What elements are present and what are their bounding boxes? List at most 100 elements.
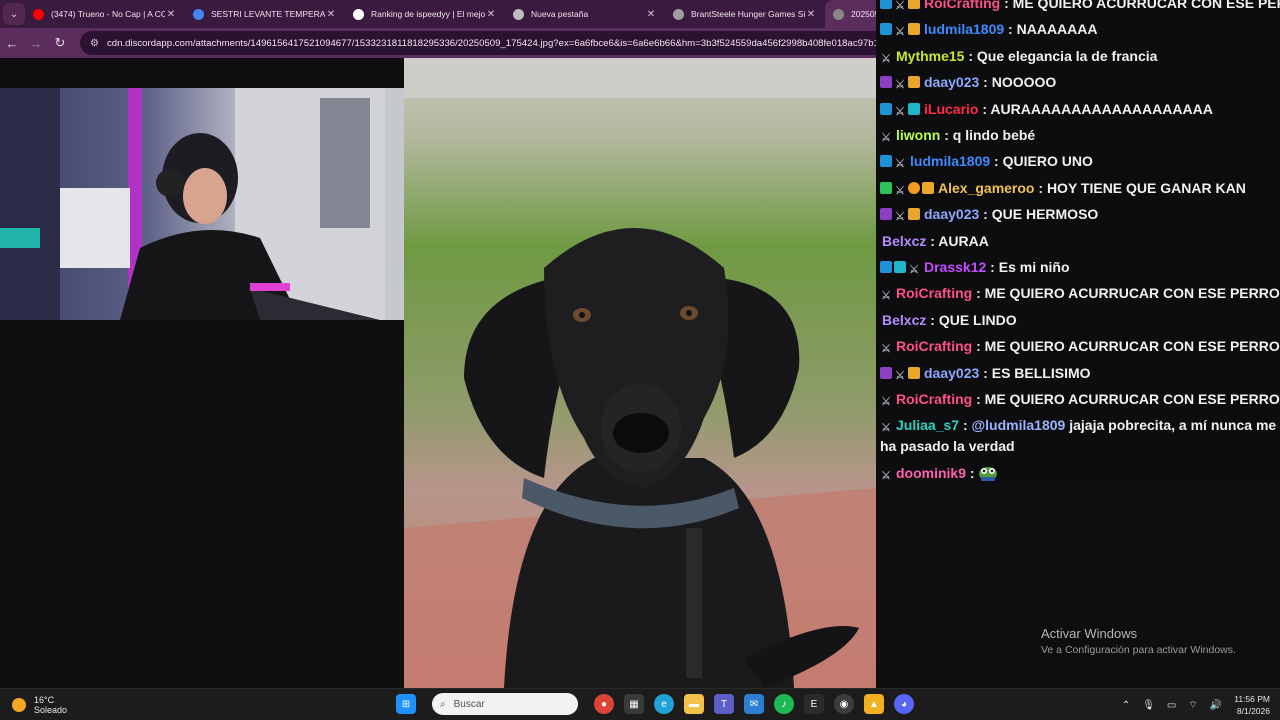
forward-icon[interactable]: → — [24, 36, 48, 51]
chat-separator: : — [1034, 179, 1047, 196]
chat-username[interactable]: Belxcz — [882, 233, 926, 249]
chat-username[interactable]: Drassk12 — [924, 259, 986, 275]
crown-badge-icon — [908, 366, 920, 379]
chat-username[interactable]: liwonn — [896, 127, 940, 143]
teams-icon[interactable]: T — [714, 694, 734, 714]
sword-badge-icon: ⚔ — [881, 396, 891, 409]
chat-username[interactable]: daay023 — [924, 74, 979, 90]
activation-title: Activar Windows — [1041, 626, 1138, 641]
tab-search-menu-button[interactable]: ⌄ — [3, 3, 25, 25]
warning-badge-icon — [908, 181, 920, 194]
chat-username[interactable]: ludmila1809 — [910, 153, 990, 169]
chat-username[interactable]: Mythme15 — [896, 48, 964, 64]
windows-taskbar: 16°C Soleado ⊞ ⌕ Buscar ● ▦ e ▬ T ✉ ♪ E … — [0, 688, 1280, 720]
dog-photo — [404, 58, 876, 688]
browser-tab[interactable]: Ranking de ispeedyy | El mejor ✕ — [345, 0, 505, 28]
tab-title: SESTRI LEVANTE TEMPERATURA — [211, 9, 325, 19]
tab-close-icon[interactable]: ✕ — [645, 9, 657, 20]
chat-text: AURAAAAAAAAAAAAAAAAAAA — [990, 100, 1213, 117]
crown-badge-icon — [908, 23, 920, 36]
mail-icon[interactable]: ✉ — [744, 694, 764, 714]
chat-separator: : — [926, 232, 939, 249]
chat-separator: : — [972, 338, 985, 355]
chat-message: ⚔ iLucario : AURAAAAAAAAAAAAAAAAAAA — [876, 96, 1280, 122]
chat-text: HOY TIENE QUE GANAR KAN — [1046, 179, 1246, 196]
wifi-icon[interactable]: ⌔ — [1188, 699, 1197, 712]
obs-icon[interactable]: ◉ — [834, 694, 854, 714]
chat-username[interactable]: iLucario — [924, 101, 978, 117]
activation-subtitle: Ve a Configuración para activar Windows. — [1041, 644, 1236, 656]
sword-badge-icon: ⚔ — [881, 132, 891, 145]
browser-tab[interactable]: BrantSteele Hunger Games Sim ✕ — [665, 0, 825, 28]
chat-username[interactable]: ludmila1809 — [924, 21, 1004, 37]
chrome-icon[interactable]: ● — [594, 694, 614, 714]
search-placeholder: Buscar — [453, 698, 485, 710]
browser-tab[interactable]: SESTRI LEVANTE TEMPERATURA✕ — [185, 0, 345, 28]
back-icon[interactable]: ← — [0, 36, 24, 51]
discord-icon[interactable]: ◕ — [894, 694, 914, 714]
chat-separator: : — [979, 74, 992, 91]
taskbar-search[interactable]: ⌕ Buscar — [432, 693, 578, 715]
network-icon[interactable]: ▭ — [1167, 700, 1176, 711]
tab-favicon-icon — [33, 8, 44, 20]
chat-separator: : — [966, 464, 979, 481]
green-gem-badge-icon — [880, 181, 892, 194]
streamer-webcam-image — [0, 88, 411, 320]
chat-message: ⚔ ludmila1809 : QUIERO UNO — [876, 148, 1280, 174]
microphone-icon[interactable]: 🎙 — [1142, 700, 1155, 711]
microsoft-store-icon[interactable]: ▦ — [624, 694, 644, 714]
chat-username[interactable]: Juliaa_s7 — [896, 417, 959, 433]
chat-username[interactable]: RoiCrafting — [896, 391, 972, 407]
crown-badge-icon — [908, 208, 920, 221]
chat-username[interactable]: Belxcz — [882, 312, 926, 328]
browser-tab[interactable]: (3474) Trueno - No Cap | A COL ✕ — [25, 0, 185, 28]
chat-message: ⚔ Drassk12 : Es mi niño — [876, 254, 1280, 280]
chat-text: q lindo bebé — [952, 127, 1036, 144]
tab-title: Ranking de ispeedyy | El mejor — [371, 9, 485, 19]
chevron-up-icon[interactable]: ⌃ — [1122, 700, 1130, 711]
tab-favicon-icon — [673, 8, 684, 20]
chat-mention[interactable]: @ludmila1809 — [972, 417, 1066, 433]
tab-close-icon[interactable]: ✕ — [325, 9, 337, 20]
prime-badge-icon — [880, 23, 892, 36]
tab-title: BrantSteele Hunger Games Sim — [691, 9, 805, 19]
windows-start-icon[interactable]: ⊞ — [396, 694, 416, 714]
chat-username[interactable]: RoiCrafting — [896, 285, 972, 301]
sword-badge-icon: ⚔ — [895, 26, 905, 39]
gem-badge-icon — [880, 366, 892, 379]
chat-username[interactable]: daay023 — [924, 365, 979, 381]
tab-close-icon[interactable]: ✕ — [485, 9, 497, 20]
chat-username[interactable]: daay023 — [924, 206, 979, 222]
tab-close-icon[interactable]: ✕ — [805, 9, 817, 20]
chat-username[interactable]: doominik9 — [896, 465, 966, 481]
chat-username[interactable]: RoiCrafting — [924, 0, 1000, 11]
chat-separator: : — [972, 391, 985, 408]
page-content — [0, 58, 876, 688]
search-icon: ⌕ — [440, 698, 446, 710]
weather-widget[interactable]: 16°C Soleado — [12, 695, 67, 715]
weather-description: Soleado — [34, 705, 68, 715]
edge-icon[interactable]: e — [654, 694, 674, 714]
app-flame-icon[interactable]: ▲ — [864, 694, 884, 714]
crown-badge-icon — [908, 0, 920, 9]
chat-text: NAAAAAAA — [1016, 21, 1098, 38]
chat-username[interactable]: Alex_gameroo — [938, 180, 1034, 196]
chat-text: ME QUIERO ACURRUCAR CON ESE PERRO — [984, 338, 1280, 355]
spotify-icon[interactable]: ♪ — [774, 694, 794, 714]
tab-strip: (3474) Trueno - No Cap | A COL ✕ SESTRI LE… — [25, 0, 985, 28]
browser-tab[interactable]: Nueva pestaña ✕ — [505, 0, 665, 28]
volume-icon[interactable]: 🔊 — [1210, 700, 1222, 711]
file-explorer-icon[interactable]: ▬ — [684, 694, 704, 714]
chat-message: ⚔ RoiCrafting : ME QUIERO ACURRUCAR CON E… — [876, 280, 1280, 306]
chat-username[interactable]: RoiCrafting — [896, 338, 972, 354]
webcam-overlay — [0, 88, 411, 320]
gem-badge-icon — [880, 208, 892, 221]
chat-message-list: ⚔ RoiCrafting : ME QUIERO ACURRUCAR CON E… — [876, 0, 1280, 482]
clock[interactable]: 11:56 PM 8/1/2026 — [1234, 693, 1270, 717]
tab-close-icon[interactable]: ✕ — [165, 9, 177, 20]
epic-games-icon[interactable]: E — [804, 694, 824, 714]
sword-badge-icon: ⚔ — [881, 343, 891, 356]
site-info-icon[interactable]: ⚙ — [90, 38, 99, 49]
chat-separator: : — [1000, 0, 1013, 11]
reload-icon[interactable]: ↻ — [48, 35, 72, 51]
